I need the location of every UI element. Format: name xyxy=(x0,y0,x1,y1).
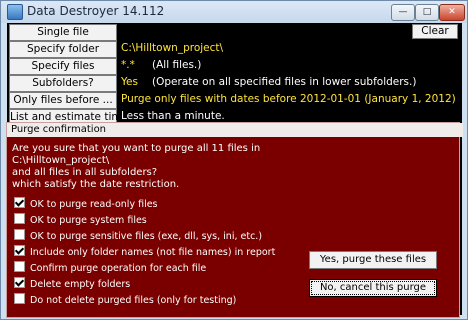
subfolders-value: Yes xyxy=(121,76,138,88)
option-label: Delete empty folders xyxy=(30,279,131,290)
message-line: which satisfy the date restriction. xyxy=(12,179,180,190)
app-icon xyxy=(7,4,23,20)
date-restriction-value: Purge only files with dates before 2012-… xyxy=(121,93,456,105)
dialog-message: Are you sure that you want to purge all … xyxy=(12,143,260,191)
clear-button[interactable]: Clear xyxy=(412,24,458,39)
window-title: Data Destroyer 14.112 xyxy=(27,4,165,18)
option-read-only[interactable]: OK to purge read-only files xyxy=(14,197,158,210)
specify-folder-button[interactable]: Specify folder xyxy=(9,41,117,58)
folder-path-value: C:\Hilltown_project\ xyxy=(121,42,224,54)
purge-confirmation-dialog: Purge confirmation Are you sure that you… xyxy=(6,122,463,318)
only-files-before-button[interactable]: Only files before ... xyxy=(9,92,117,109)
checkbox[interactable] xyxy=(14,245,25,256)
checkbox[interactable] xyxy=(14,229,25,240)
option-label: OK to purge system files xyxy=(30,215,147,226)
app-window: Data Destroyer 14.112 — □ ✕ Single file … xyxy=(0,0,468,320)
message-line: Are you sure that you want to purge all … xyxy=(12,143,261,154)
message-line: C:\Hilltown_project\ xyxy=(12,155,110,166)
close-icon[interactable]: ✕ xyxy=(439,4,465,21)
file-pattern-value: *.* xyxy=(121,59,135,71)
single-file-button[interactable]: Single file xyxy=(9,24,117,41)
option-label: Do not delete purged files (only for tes… xyxy=(30,295,237,306)
option-folder-names-only[interactable]: Include only folder names (not file name… xyxy=(14,245,275,258)
title-bar[interactable]: Data Destroyer 14.112 — □ ✕ xyxy=(1,1,467,23)
option-label: Confirm purge operation for each file xyxy=(30,263,207,274)
checkbox[interactable] xyxy=(14,197,25,208)
dialog-title: Purge confirmation xyxy=(7,123,463,137)
file-pattern-note: (All files.) xyxy=(152,59,202,71)
option-label: Include only folder names (not file name… xyxy=(30,247,276,258)
option-confirm-each[interactable]: Confirm purge operation for each file xyxy=(14,261,206,274)
message-line: and all files in all subfolders? xyxy=(12,167,158,178)
no-cancel-button[interactable]: No, cancel this purge xyxy=(309,279,437,297)
minimize-icon[interactable]: — xyxy=(391,4,415,21)
maximize-icon[interactable]: □ xyxy=(415,4,439,21)
yes-purge-button[interactable]: Yes, purge these files xyxy=(309,251,437,269)
option-label: OK to purge read-only files xyxy=(30,199,158,210)
option-sensitive-files[interactable]: OK to purge sensitive files (exe, dll, s… xyxy=(14,229,262,242)
checkbox[interactable] xyxy=(14,213,25,224)
option-label: OK to purge sensitive files (exe, dll, s… xyxy=(30,231,263,242)
checkbox[interactable] xyxy=(14,277,25,288)
specify-files-button[interactable]: Specify files xyxy=(9,58,117,75)
checkbox[interactable] xyxy=(14,261,25,272)
subfolders-button[interactable]: Subfolders? xyxy=(9,75,117,92)
option-system-files[interactable]: OK to purge system files xyxy=(14,213,147,226)
option-delete-empty-folders[interactable]: Delete empty folders xyxy=(14,277,130,290)
subfolders-note: (Operate on all specified files in lower… xyxy=(152,76,417,88)
option-test-mode[interactable]: Do not delete purged files (only for tes… xyxy=(14,293,236,306)
checkbox[interactable] xyxy=(14,293,25,304)
